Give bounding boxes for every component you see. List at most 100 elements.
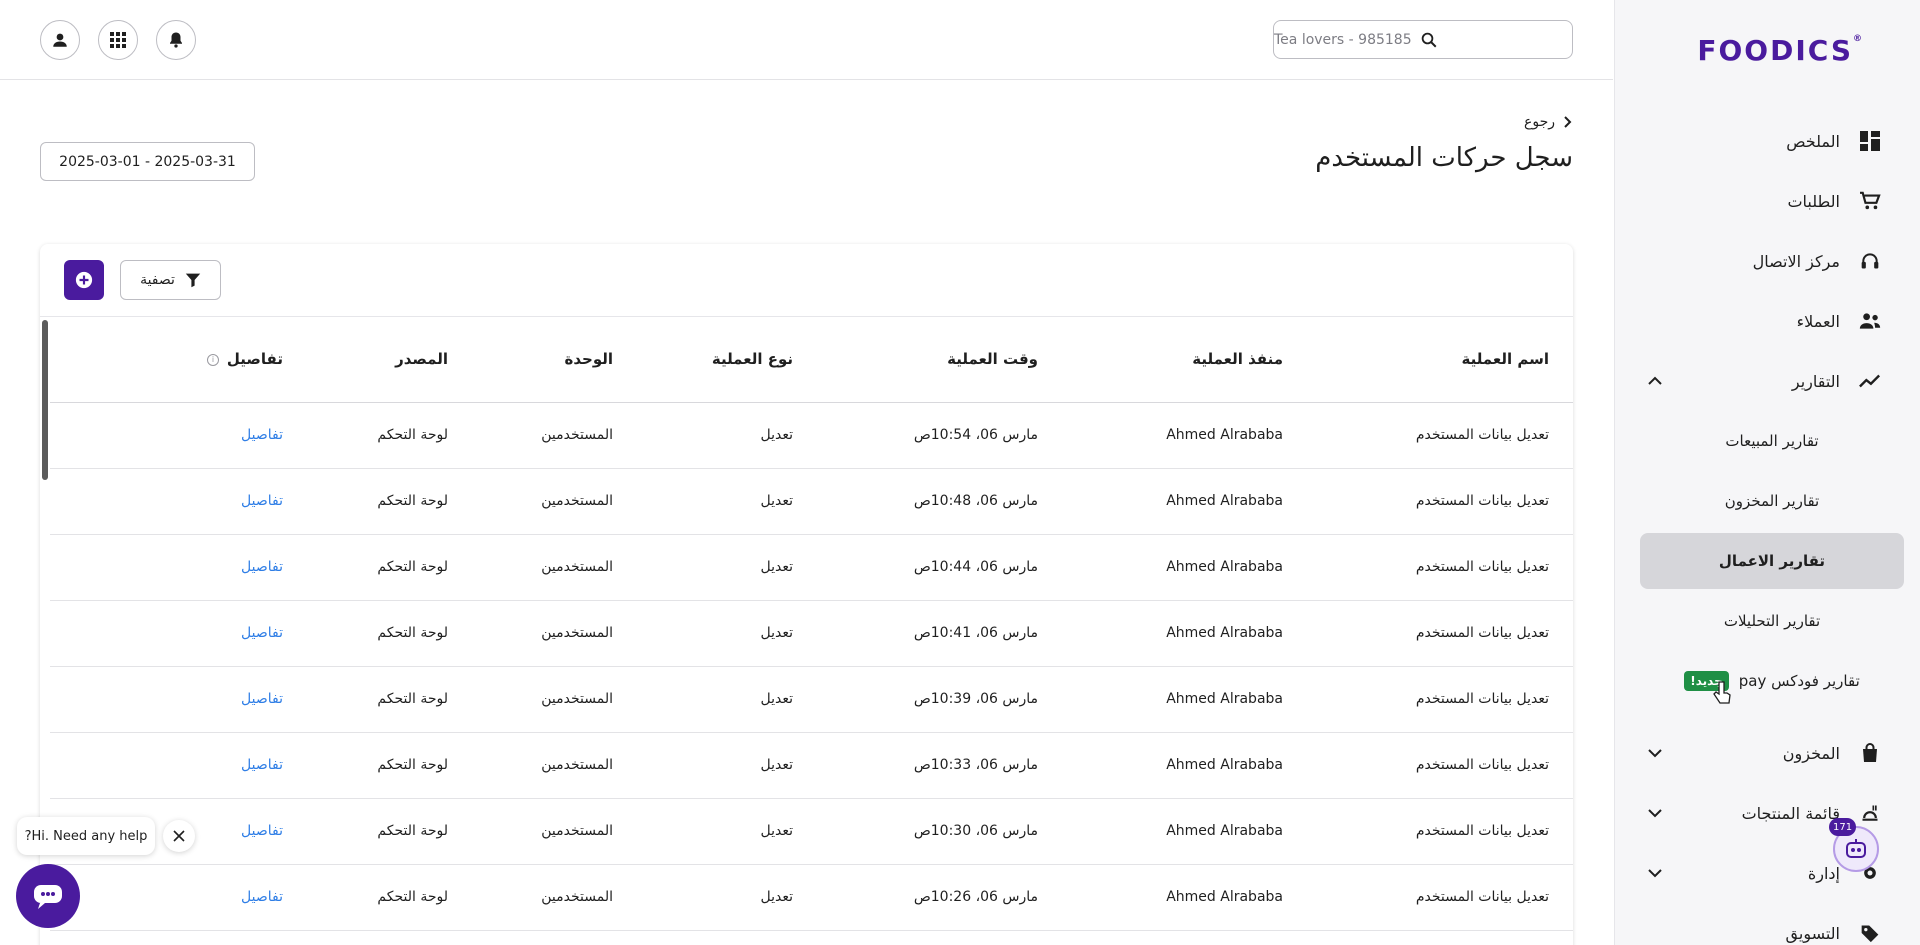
plus-circle-icon [75, 271, 93, 289]
help-bubble[interactable]: Hi. Need any help? [17, 817, 155, 855]
subitem-label: تقارير التحليلات [1723, 612, 1821, 630]
cell-unit: المستخدمين [448, 666, 613, 733]
trend-icon [1858, 369, 1882, 393]
col-header-operation-name[interactable]: اسم العملية [1283, 317, 1573, 403]
details-link[interactable]: تفاصيل [241, 691, 283, 707]
cell-actor: Ahmed Alrababa [1038, 666, 1283, 733]
chevron-down-icon[interactable] [1648, 746, 1662, 760]
cell-operation-name: تعديل بيانات المستخدم [1283, 534, 1573, 601]
sidebar-item-marketing[interactable]: التسويق [1630, 905, 1904, 945]
dashboard-icon [1858, 129, 1882, 153]
cell-time: مارس 06، 10:54ص [793, 402, 1038, 469]
notifications-button[interactable] [156, 20, 196, 60]
bot-count-badge: 171 [1829, 818, 1857, 836]
cell-details: تفاصيل [50, 732, 283, 799]
chevron-down-icon[interactable] [1648, 866, 1662, 880]
add-button[interactable] [64, 260, 104, 300]
apps-grid-icon [110, 32, 126, 48]
sidebar-item-inventory[interactable]: المخزون [1630, 725, 1904, 781]
sidebar-item-orders[interactable]: الطلبات [1630, 173, 1904, 229]
search-icon [1421, 32, 1437, 47]
top-bar: Tea lovers - 985185 [0, 0, 1613, 80]
tag-icon [1858, 921, 1882, 945]
sidebar: FOODICS® الملخص الطلبات مركز الاتصال الع… [1614, 0, 1920, 945]
col-header-source[interactable]: المصدر [283, 317, 448, 403]
details-link[interactable]: تفاصيل [241, 625, 283, 641]
sidebar-item-label: التسويق [1785, 923, 1840, 943]
table-row[interactable]: تعديل بيانات المستخدم Ahmed Alrababa مارس … [50, 534, 1573, 601]
foodics-logo[interactable]: FOODICS® [1697, 34, 1864, 67]
chevron-down-icon[interactable] [1648, 806, 1662, 820]
cell-type: تعديل [613, 402, 793, 469]
col-header-actor[interactable]: منفذ العملية [1038, 317, 1283, 403]
details-link[interactable]: تفاصيل [241, 427, 283, 443]
sidebar-item-call-center[interactable]: مركز الاتصال [1630, 233, 1904, 289]
sidebar-item-customers[interactable]: العملاء [1630, 293, 1904, 349]
sidebar-item-reports[interactable]: التقارير [1630, 353, 1904, 409]
cell-actor: Ahmed Alrababa [1038, 864, 1283, 931]
chevron-right-icon [1564, 116, 1572, 128]
chevron-up-icon[interactable] [1648, 374, 1662, 388]
col-header-unit[interactable]: الوحدة [448, 317, 613, 403]
cart-icon [1858, 189, 1882, 213]
cell-unit: المستخدمين [448, 864, 613, 931]
cell-unit: المستخدمين [448, 534, 613, 601]
headset-icon [1858, 249, 1882, 273]
cell-source: لوحة التحكم [283, 864, 448, 931]
sidebar-item-summary[interactable]: الملخص [1630, 113, 1904, 169]
details-link[interactable]: تفاصيل [241, 889, 283, 905]
table-row[interactable]: تعديل بيانات المستخدم Ahmed Alrababa مارس … [50, 600, 1573, 667]
details-link[interactable]: تفاصيل [241, 757, 283, 773]
back-label: رجوع [1523, 114, 1555, 130]
user-icon [53, 33, 67, 47]
cell-source: لوحة التحكم [283, 468, 448, 535]
cell-type: تعديل [613, 864, 793, 931]
cell-source: لوحة التحكم [283, 534, 448, 601]
cell-details: تفاصيل [50, 534, 283, 601]
sidebar-subitem-analytics-reports[interactable]: تقارير التحليلات [1640, 593, 1904, 649]
col-header-type[interactable]: نوع العملية [613, 317, 793, 403]
user-profile-button[interactable] [40, 20, 80, 60]
info-icon[interactable]: i [206, 353, 219, 366]
date-range-picker[interactable]: 2025-03-01 - 2025-03-31 [40, 142, 255, 181]
table-row[interactable]: تعديل بيانات المستخدم Ahmed Alrababa مارس … [50, 864, 1573, 931]
sidebar-item-label: إدارة [1807, 863, 1840, 883]
sidebar-subitem-business-reports[interactable]: تقارير الاعمال [1640, 533, 1904, 589]
cell-time: مارس 06، 10:44ص [793, 534, 1038, 601]
details-link[interactable]: تفاصيل [241, 493, 283, 509]
table-row[interactable]: تعديل بيانات المستخدم Ahmed Alrababa مارس … [50, 798, 1573, 865]
activity-table: اسم العملية منفذ العملية وقت العملية نوع… [50, 317, 1573, 931]
col-header-time[interactable]: وقت العملية [793, 317, 1038, 403]
filter-icon [185, 273, 201, 288]
details-link[interactable]: تفاصيل [241, 823, 283, 839]
table-row[interactable]: تعديل بيانات المستخدم Ahmed Alrababa مارس … [50, 468, 1573, 535]
apps-button[interactable] [98, 20, 138, 60]
cell-unit: المستخدمين [448, 402, 613, 469]
people-icon [1858, 309, 1882, 333]
bell-icon [170, 32, 182, 48]
search-input[interactable]: Tea lovers - 985185 [1273, 20, 1573, 59]
back-link[interactable]: رجوع [1524, 114, 1573, 130]
sidebar-subitem-sales-reports[interactable]: تقارير المبيعات [1640, 413, 1904, 469]
chat-button[interactable] [16, 864, 80, 928]
cell-details: تفاصيل [50, 402, 283, 469]
cell-operation-name: تعديل بيانات المستخدم [1283, 402, 1573, 469]
logo-text: FOODICS [1697, 34, 1853, 67]
table-row[interactable]: تعديل بيانات المستخدم Ahmed Alrababa مارس … [50, 732, 1573, 799]
sidebar-item-label: العملاء [1796, 311, 1840, 331]
sidebar-subitem-foodics-pay-reports[interactable]: تقارير فودكس pay جديد! [1640, 653, 1904, 709]
details-link[interactable]: تفاصيل [241, 559, 283, 575]
cell-time: مارس 06، 10:30ص [793, 798, 1038, 865]
table-scrollbar[interactable] [42, 320, 48, 480]
filter-button[interactable]: تصفية [120, 260, 221, 300]
cell-operation-name: تعديل بيانات المستخدم [1283, 468, 1573, 535]
help-close-button[interactable] [163, 820, 195, 852]
cell-details: تفاصيل [50, 468, 283, 535]
cell-time: مارس 06، 10:39ص [793, 666, 1038, 733]
cell-time: مارس 06، 10:33ص [793, 732, 1038, 799]
table-row[interactable]: تعديل بيانات المستخدم Ahmed Alrababa مارس … [50, 402, 1573, 469]
close-icon [173, 830, 185, 842]
table-row[interactable]: تعديل بيانات المستخدم Ahmed Alrababa مارس … [50, 666, 1573, 733]
sidebar-subitem-inventory-reports[interactable]: تقارير المخزون [1640, 473, 1904, 529]
search-placeholder: Tea lovers - 985185 [1274, 31, 1412, 48]
